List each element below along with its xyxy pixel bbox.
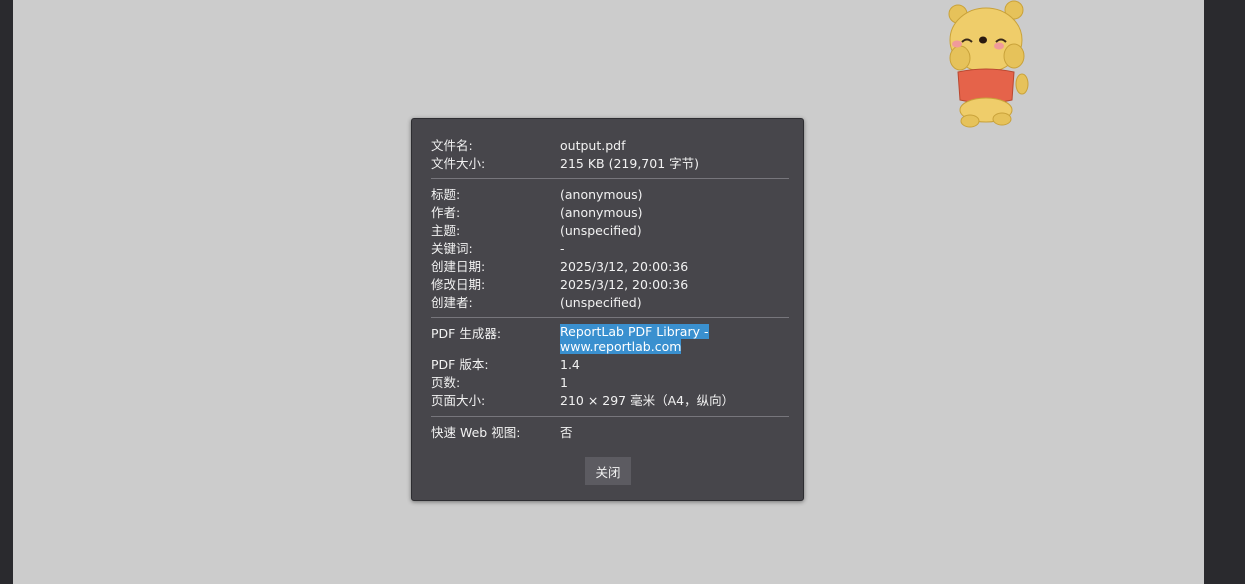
fast-web-view-row: 快速 Web 视图: 否 [431,424,789,442]
document-info-section: 标题: (anonymous) 作者: (anonymous) 主题: (uns… [431,186,789,312]
file-name-row: 文件名: output.pdf [431,137,789,155]
page-count-value: 1 [560,375,568,390]
modification-date-label: 修改日期: [431,277,486,292]
file-info-section: 文件名: output.pdf 文件大小: 215 KB (219,701 字节… [431,137,789,173]
creator-label: 创建者: [431,295,473,310]
author-row: 作者: (anonymous) [431,204,789,222]
page-count-label: 页数: [431,375,461,390]
author-label: 作者: [431,205,461,220]
viewer-left-bar [0,0,13,584]
file-name-value: output.pdf [560,138,626,153]
page-size-label: 页面大小: [431,393,486,408]
file-size-label: 文件大小: [431,156,486,171]
viewer-right-bar [1204,0,1245,584]
creation-date-value: 2025/3/12, 20:00:36 [560,259,689,274]
document-properties-dialog: 文件名: output.pdf 文件大小: 215 KB (219,701 字节… [411,118,804,501]
title-row: 标题: (anonymous) [431,186,789,204]
modification-date-value: 2025/3/12, 20:00:36 [560,277,689,292]
keywords-row: 关键词: - [431,240,789,258]
modification-date-row: 修改日期: 2025/3/12, 20:00:36 [431,276,789,294]
file-size-row: 文件大小: 215 KB (219,701 字节) [431,155,789,173]
close-button[interactable]: 关闭 [585,457,631,485]
winnie-the-pooh-mascot-icon [948,0,1029,128]
subject-label: 主题: [431,223,461,238]
author-value: (anonymous) [560,205,643,220]
divider [431,178,789,179]
page-size-row: 页面大小: 210 × 297 毫米（A4，纵向） [431,392,789,410]
file-name-label: 文件名: [431,138,473,153]
page-size-value: 210 × 297 毫米（A4，纵向） [560,393,735,408]
subject-value: (unspecified) [560,223,642,238]
creation-date-row: 创建日期: 2025/3/12, 20:00:36 [431,258,789,276]
pdf-version-value: 1.4 [560,357,580,372]
pdf-version-row: PDF 版本: 1.4 [431,356,789,374]
producer-label: PDF 生成器: [431,326,502,341]
producer-value-line2[interactable]: www.reportlab.com [560,338,682,354]
title-value: (anonymous) [560,187,643,202]
page-count-row: 页数: 1 [431,374,789,392]
pdf-info-section: PDF 生成器: ReportLab PDF Library - www.rep… [431,324,789,410]
fast-web-view-label: 快速 Web 视图: [431,425,521,440]
creator-value: (unspecified) [560,295,642,310]
fast-web-view-section: 快速 Web 视图: 否 [431,424,789,442]
divider [431,416,789,417]
keywords-value: - [560,241,565,256]
creation-date-label: 创建日期: [431,259,486,274]
keywords-label: 关键词: [431,241,473,256]
divider [431,317,789,318]
producer-value-line1[interactable]: ReportLab PDF Library - [560,324,709,339]
producer-value[interactable]: ReportLab PDF Library - www.reportlab.co… [560,324,720,354]
pdf-version-label: PDF 版本: [431,357,489,372]
title-label: 标题: [431,187,461,202]
fast-web-view-value: 否 [560,425,573,440]
file-size-value: 215 KB (219,701 字节) [560,156,699,171]
producer-row: PDF 生成器: ReportLab PDF Library - www.rep… [431,324,789,356]
subject-row: 主题: (unspecified) [431,222,789,240]
creator-row: 创建者: (unspecified) [431,294,789,312]
